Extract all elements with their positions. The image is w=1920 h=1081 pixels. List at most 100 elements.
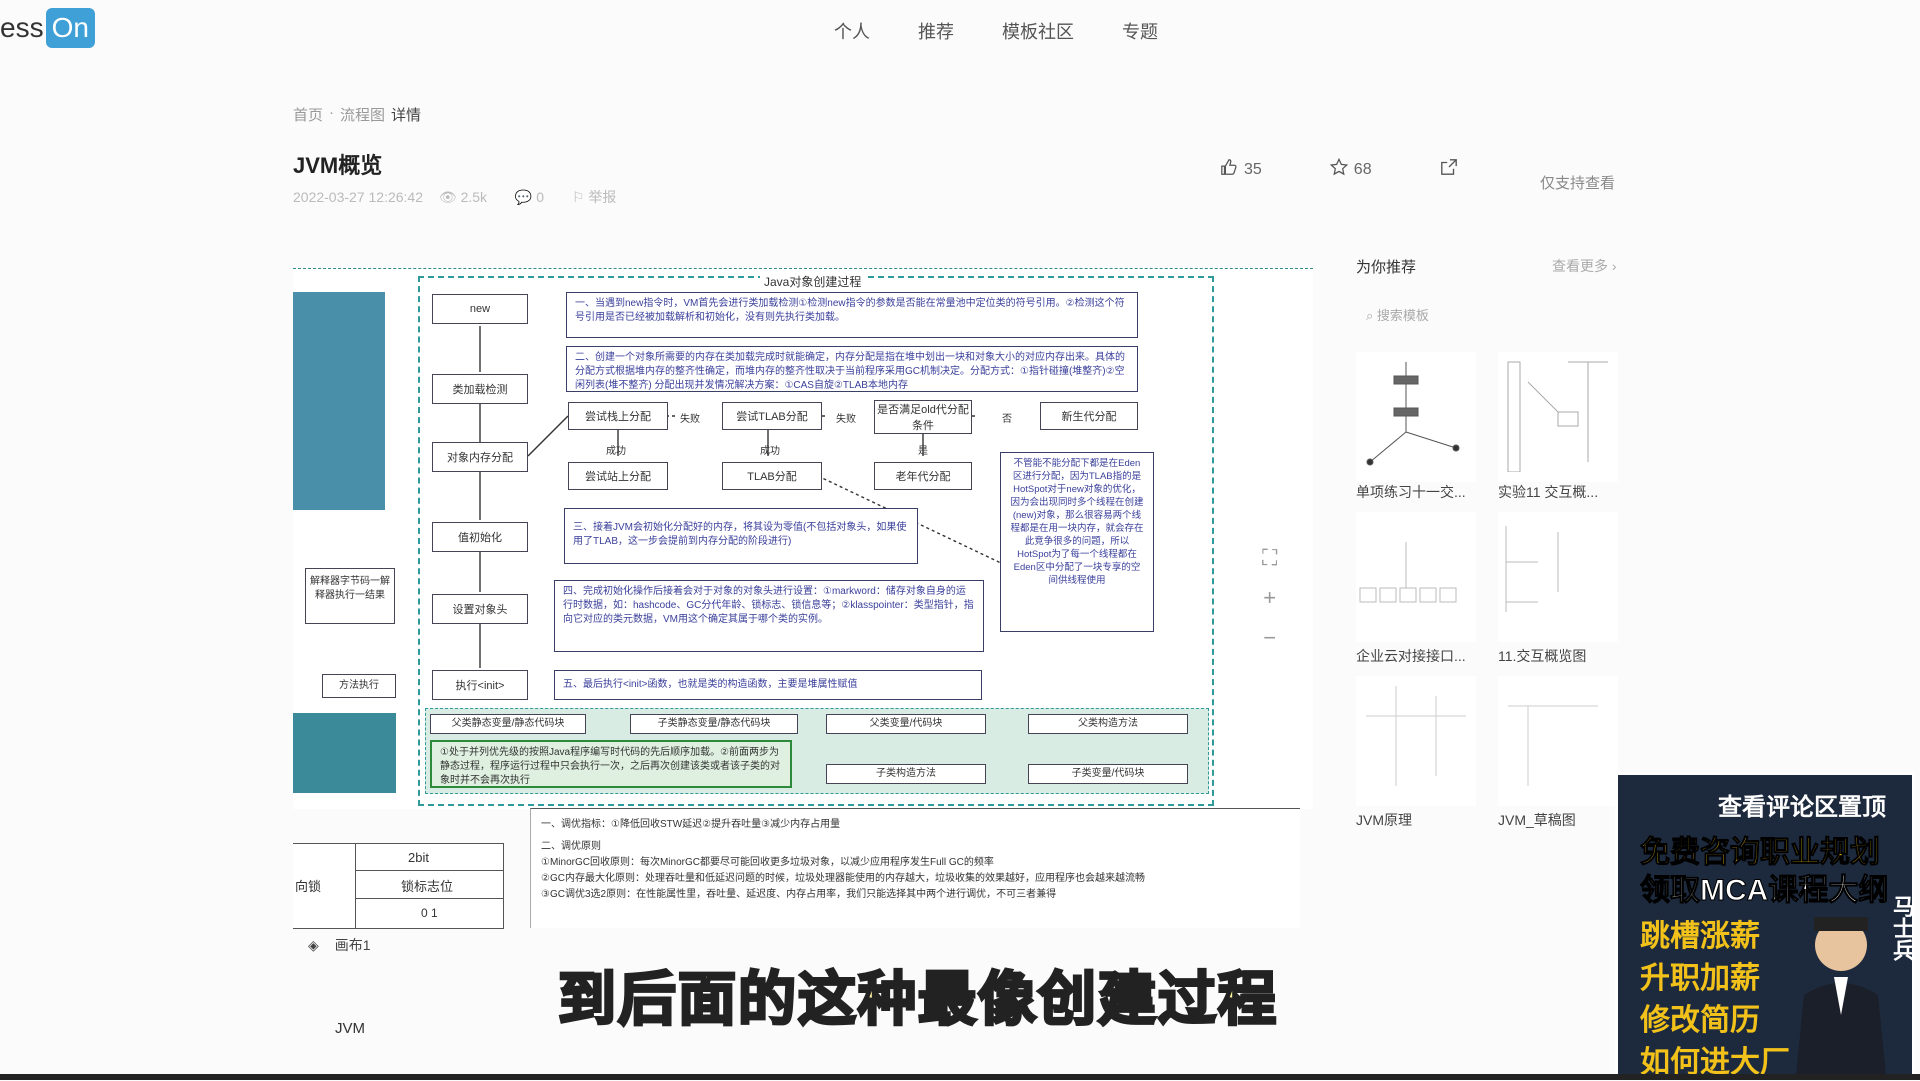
star-button[interactable]: 68 xyxy=(1329,157,1372,181)
share-button[interactable] xyxy=(1440,158,1458,181)
recommend-thumb-4[interactable] xyxy=(1498,512,1618,642)
label-success-2: 成功 xyxy=(760,446,780,457)
gc-rule-1: ①MinorGC回收原则：每次MinorGC都要尽可能回收更多垃圾对象，以减少应… xyxy=(541,857,994,868)
fullscreen-icon[interactable]: ⛶ xyxy=(1262,545,1277,571)
bottom-edge-bar xyxy=(0,1074,1920,1080)
label-no: 否 xyxy=(1002,414,1012,425)
note-tlab-explain: 不管能不能分配下都是在Eden区进行分配，因为TLAB指的是HotSpot对于n… xyxy=(1000,452,1154,632)
page-title: JVM概览 xyxy=(293,153,383,178)
ad-line-4: 跳槽涨薪 xyxy=(1640,920,1760,953)
label-fail-2: 失败 xyxy=(836,414,856,425)
like-button[interactable]: 35 xyxy=(1220,158,1262,181)
note-step-3: 三、接着JVM会初始化分配好的内存，将其设为零值(不包括对象头，如果使用了TLA… xyxy=(564,508,918,564)
readonly-label: 仅支持查看 xyxy=(1540,175,1616,192)
recommend-thumb-6[interactable] xyxy=(1498,676,1618,806)
nav-item-personal[interactable]: 个人 xyxy=(834,18,870,44)
left-panel-block-1 xyxy=(293,292,385,510)
template-search[interactable]: ⌕ 搜索模板 xyxy=(1366,305,1429,324)
top-nav: 个人 推荐 模板社区 专题 xyxy=(834,18,1158,44)
alloc-old-check: 是否满足old代分配条件 xyxy=(874,400,972,434)
gc-rule-2: ②GC内存最大化原则：处理吞吐量和低延迟问题的时候，垃圾处理器能使用的内存越大，… xyxy=(541,873,1145,884)
order-parent-static: 父类静态变量/静态代码块 xyxy=(430,714,586,734)
zoom-out-icon[interactable]: − xyxy=(1263,625,1276,651)
recommend-label-4[interactable]: 11.交互概览图 xyxy=(1498,646,1638,666)
recommend-thumb-1[interactable] xyxy=(1356,352,1476,482)
canvas-tools: ⛶ + − xyxy=(1262,545,1277,651)
recommend-thumb-3[interactable] xyxy=(1356,512,1476,642)
star-count: 68 xyxy=(1353,160,1372,178)
order-note: ①处于并列优先级的按照Java程序编写时代码的先后顺序加载。②前面两步为静态过程… xyxy=(430,740,792,788)
breadcrumb-category[interactable]: 流程图 xyxy=(340,104,385,125)
layer-name[interactable]: 画布1 xyxy=(335,935,371,955)
table-cell-right: 锁标志位 xyxy=(401,879,454,894)
recommend-thumb-2[interactable] xyxy=(1498,352,1618,482)
ad-line-5: 升职加薪 xyxy=(1640,962,1760,995)
presenter-name: 马士兵 xyxy=(1890,895,1915,961)
page-meta: 2022-03-27 12:26:42 👁 2.5k 💬 0 ⚐ 举报 xyxy=(293,187,640,207)
ad-line-6: 修改简历 xyxy=(1640,1004,1760,1037)
recommend-thumb-5[interactable] xyxy=(1356,676,1476,806)
step-set-header: 设置对象头 xyxy=(432,594,528,624)
recommend-more-link[interactable]: 查看更多 › xyxy=(1552,256,1617,276)
step-new: new xyxy=(432,294,528,324)
label-fail-1: 失败 xyxy=(680,414,700,425)
comment-count: 💬 0 xyxy=(514,189,545,205)
like-count: 35 xyxy=(1244,160,1262,178)
sheet-tab-jvm[interactable]: JVM xyxy=(335,1020,365,1037)
order-parent-vars: 父类变量/代码块 xyxy=(826,714,986,734)
zoom-in-icon[interactable]: + xyxy=(1263,585,1276,611)
app-logo[interactable]: ess On xyxy=(0,8,95,48)
recommend-title: 为你推荐 xyxy=(1356,259,1417,276)
table-header-2bit: 2bit xyxy=(408,850,429,865)
label-success-1: 成功 xyxy=(606,446,626,457)
breadcrumb-current: 详情 xyxy=(391,107,422,124)
table-cell-left: 向锁 xyxy=(295,879,322,894)
video-subtitle: 到后面的这种最像创建过程 xyxy=(556,966,1279,1034)
step-exec-init: 执行<init> xyxy=(432,670,528,700)
note-step-4: 四、完成初始化操作后接着会对于对象的对象头进行设置：①markword：储存对象… xyxy=(554,580,984,652)
note-step-5: 五、最后执行<init>函数，也就是类的构造函数，主要是堆属性赋值 xyxy=(554,670,982,700)
recommend-label-5[interactable]: JVM原理 xyxy=(1356,810,1496,830)
alloc-try-tlab: 尝试TLAB分配 xyxy=(722,402,822,430)
left-panel-block-2 xyxy=(293,713,396,793)
step-zero-init: 值初始化 xyxy=(432,522,528,552)
recommend-label-3[interactable]: 企业云对接接口... xyxy=(1356,646,1496,666)
breadcrumb: 首页 · 流程图 详情 xyxy=(293,104,421,125)
breadcrumb-home[interactable]: 首页 xyxy=(293,104,323,125)
layers-icon[interactable]: ◈ xyxy=(308,937,319,954)
alloc-tlab-done: TLAB分配 xyxy=(722,462,822,490)
recommend-label-2[interactable]: 实验11 交互概... xyxy=(1498,482,1638,502)
markword-table: 2bit 向锁 锁标志位 0 1 xyxy=(293,843,504,929)
order-child-static: 子类静态变量/静态代码块 xyxy=(630,714,798,734)
promo-ad-panel[interactable]: 查看评论区置顶 免费咨询职业规划 领取MCA课程大纲 跳槽涨薪 升职加薪 修改简… xyxy=(1615,772,1915,1080)
ad-line-1: 查看评论区置顶 xyxy=(1718,794,1886,821)
thumbs-up-icon xyxy=(1220,158,1238,181)
presenter-photo xyxy=(1796,905,1886,1075)
gc-rule-3: ③GC调优3选2原则：在性能属性里，吞吐量、延迟度、内存占用率，我们只能选择其中… xyxy=(541,889,1057,900)
template-search-placeholder: 搜索模板 xyxy=(1376,308,1429,323)
gc-tuning-note: 一、调优指标：①降低回收STW延迟②提升吞吐量③减少内存占用量 二、调优原则 ①… xyxy=(530,808,1300,928)
alloc-try-stack: 尝试栈上分配 xyxy=(568,402,668,430)
step-class-load-check: 类加载检测 xyxy=(432,374,528,404)
view-count: 👁 2.5k xyxy=(438,189,488,205)
nav-item-topics[interactable]: 专题 xyxy=(1122,18,1158,44)
report-link[interactable]: ⚐ 举报 xyxy=(572,189,628,205)
alloc-stack-done: 尝试站上分配 xyxy=(568,462,668,490)
ad-line-3: 领取MCA课程大纲 xyxy=(1639,874,1889,908)
note-step-1: 一、当遇到new指令时，VM首先会进行类加载检测①检测new指令的参数是否能在常… xyxy=(566,292,1138,338)
gc-tuning-goal: 一、调优指标：①降低回收STW延迟②提升吞吐量③减少内存占用量 xyxy=(541,819,841,830)
recommend-label-1[interactable]: 单项练习十一交... xyxy=(1356,482,1496,502)
order-child-ctor: 子类构造方法 xyxy=(826,764,986,784)
publish-date: 2022-03-27 12:26:42 xyxy=(293,189,423,205)
nav-item-template-community[interactable]: 模板社区 xyxy=(1002,18,1074,44)
alloc-young-gen: 新生代分配 xyxy=(1040,402,1138,430)
note-step-2: 二、创建一个对象所需要的内存在类加载完成时就能确定，内存分配是指在堆中划出一块和… xyxy=(566,346,1138,392)
order-child-vars: 子类变量/代码块 xyxy=(1028,764,1188,784)
nav-item-recommend[interactable]: 推荐 xyxy=(918,18,954,44)
search-icon: ⌕ xyxy=(1366,308,1374,323)
star-icon xyxy=(1329,157,1348,181)
label-yes: 是 xyxy=(918,446,928,457)
logo-on-badge: On xyxy=(45,8,95,48)
alloc-old-gen: 老年代分配 xyxy=(874,462,972,490)
share-icon xyxy=(1440,158,1458,181)
